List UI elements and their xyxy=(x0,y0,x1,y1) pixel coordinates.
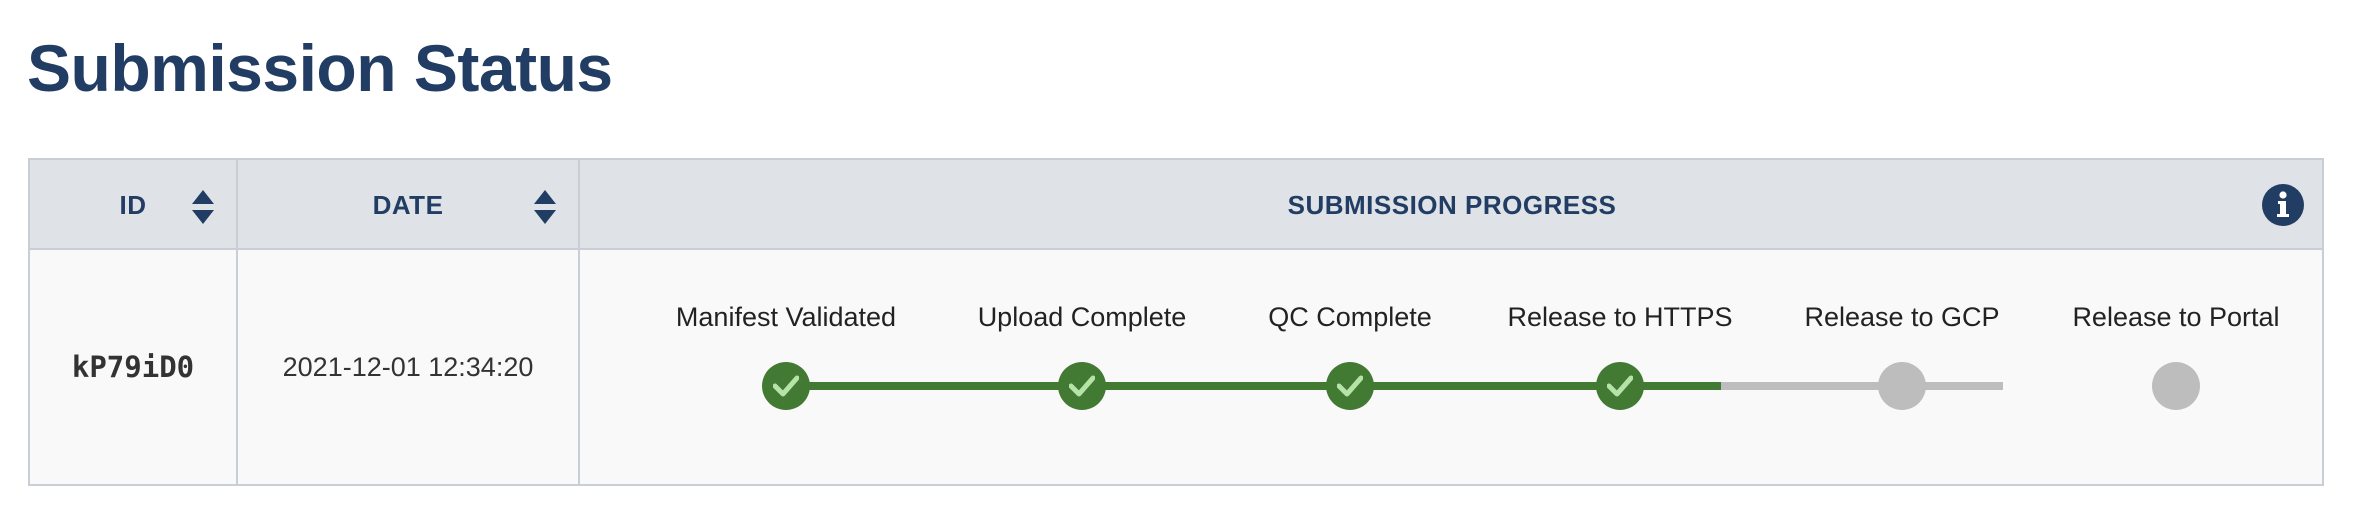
column-header-date[interactable]: DATE xyxy=(238,160,578,250)
column-header-progress-label: SUBMISSION PROGRESS xyxy=(1287,189,1617,220)
column-header-progress: SUBMISSION PROGRESS xyxy=(580,160,2324,250)
step-complete-dot xyxy=(1326,362,1374,410)
table-header: ID DATE SUBMISSION PROGRESS xyxy=(30,160,2322,250)
step-label-release-portal: Release to Portal xyxy=(2072,302,2280,332)
submission-progress-stepper: Manifest Validated Upload Complete QC Co… xyxy=(580,250,2324,484)
step-label-release-https: Release to HTTPS xyxy=(1507,302,1733,332)
progress-track-complete xyxy=(786,382,1721,390)
submission-status-page: Submission Status ID DATE SUBMISSION PRO… xyxy=(0,0,2354,526)
info-circle-icon[interactable] xyxy=(2262,184,2304,226)
check-icon xyxy=(1607,375,1633,397)
step-label-manifest-validated: Manifest Validated xyxy=(675,302,897,332)
step-pending-dot xyxy=(1878,362,1926,410)
submission-table: ID DATE SUBMISSION PROGRESS kP79iD0 2021… xyxy=(28,158,2324,486)
check-icon xyxy=(1337,375,1363,397)
step-complete-dot xyxy=(762,362,810,410)
step-label-release-gcp: Release to GCP xyxy=(1804,302,2000,332)
progress-track-pending xyxy=(1721,382,2003,390)
step-pending-dot xyxy=(2152,362,2200,410)
page-title: Submission Status xyxy=(27,31,613,105)
step-label-upload-complete: Upload Complete xyxy=(977,302,1187,332)
step-label-qc-complete: QC Complete xyxy=(1268,302,1432,332)
check-icon xyxy=(1069,375,1095,397)
step-complete-dot xyxy=(1058,362,1106,410)
column-header-id-label: ID xyxy=(119,189,147,220)
submission-id-cell: kP79iD0 xyxy=(71,350,195,384)
column-header-date-label: DATE xyxy=(372,189,444,220)
submission-date-cell: 2021-12-01 12:34:20 xyxy=(282,351,534,382)
sort-updown-icon[interactable] xyxy=(534,190,556,224)
sort-updown-icon[interactable] xyxy=(192,190,214,224)
step-complete-dot xyxy=(1596,362,1644,410)
check-icon xyxy=(773,375,799,397)
